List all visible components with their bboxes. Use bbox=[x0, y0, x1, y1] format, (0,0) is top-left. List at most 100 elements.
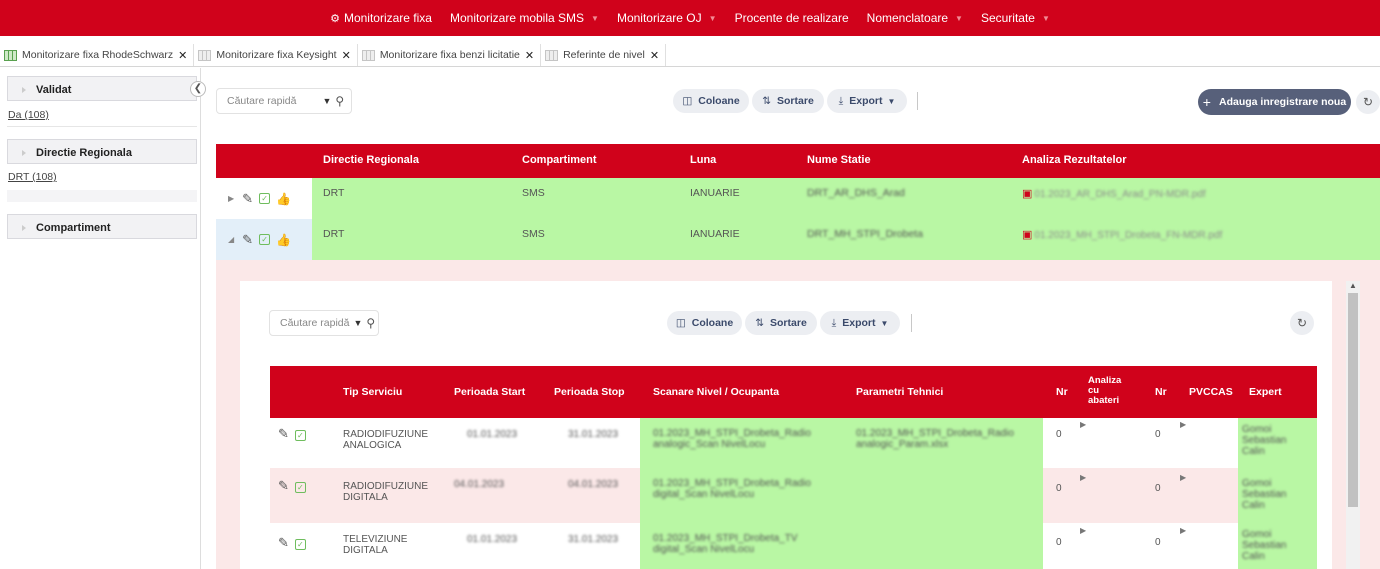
top-navbar: ⚙ Monitorizare fixa Monitorizare mobila S… bbox=[0, 0, 1380, 36]
close-icon[interactable]: ✕ bbox=[525, 49, 534, 62]
tab-referinte-nivel[interactable]: Referinte de nivel ✕ bbox=[541, 44, 667, 66]
cell-scanare[interactable]: 01.2023_MH_STPI_Drobeta_Radio digital_Sc… bbox=[653, 478, 843, 500]
col-parametri-tehnici[interactable]: Parametri Tehnici bbox=[856, 386, 943, 398]
grid-icon bbox=[545, 49, 559, 61]
cell-perioada-stop: 31.01.2023 bbox=[568, 429, 619, 440]
facet-compartiment-header[interactable]: Compartiment bbox=[7, 214, 197, 239]
cell-scanare[interactable]: 01.2023_MH_STPI_Drobeta_TV digital_Scan … bbox=[653, 533, 843, 555]
col-perioada-stop[interactable]: Perioada Stop bbox=[554, 386, 625, 398]
close-icon[interactable]: ✕ bbox=[342, 49, 351, 62]
col-expert[interactable]: Expert bbox=[1249, 386, 1282, 398]
download-icon: ⤓ bbox=[838, 94, 844, 107]
validated-checkbox-icon[interactable]: ✓ bbox=[259, 193, 271, 204]
search-icon[interactable]: ⚲ bbox=[335, 94, 344, 108]
detail-scrollbar[interactable]: ▲ bbox=[1346, 281, 1360, 569]
collapse-arrow-icon[interactable]: ◢ bbox=[228, 235, 234, 244]
cell-nr: 0 bbox=[1056, 537, 1062, 548]
expand-arrow-icon[interactable]: ▶ bbox=[1180, 420, 1186, 429]
col-pvccas[interactable]: PVCCAS bbox=[1189, 386, 1233, 398]
validated-checkbox-icon[interactable]: ✓ bbox=[294, 430, 306, 441]
scroll-up-icon[interactable]: ▲ bbox=[1349, 281, 1357, 290]
expand-arrow-icon[interactable]: ▶ bbox=[228, 194, 234, 203]
pdf-icon: ▣ bbox=[1022, 188, 1033, 200]
edit-icon[interactable]: ✎ bbox=[278, 426, 289, 441]
caret-down-icon: ▼ bbox=[1041, 13, 1050, 23]
thumbs-up-icon[interactable]: 👍 bbox=[276, 233, 291, 247]
col-directie-regionala[interactable]: Directie Regionala bbox=[323, 154, 419, 166]
col-nr[interactable]: Nr bbox=[1155, 386, 1167, 398]
expand-arrow-icon[interactable]: ▶ bbox=[1080, 473, 1086, 482]
tab-keysight[interactable]: Monitorizare fixa Keysight ✕ bbox=[194, 44, 358, 66]
nav-procente-realizare[interactable]: Procente de realizare bbox=[735, 11, 849, 25]
edit-icon[interactable]: ✎ bbox=[278, 535, 289, 550]
cell-scanare[interactable]: 01.2023_MH_STPI_Drobeta_Radio analogic_S… bbox=[653, 428, 843, 450]
thumbs-up-icon[interactable]: 👍 bbox=[276, 192, 291, 206]
refresh-icon[interactable]: ↻ bbox=[1356, 90, 1380, 114]
facet-directie-header[interactable]: Directie Regionala bbox=[7, 139, 197, 164]
facet-directie-value[interactable]: DRT (108) bbox=[8, 171, 57, 183]
collapse-sidebar-icon[interactable]: ❮ bbox=[190, 81, 206, 97]
columns-button[interactable]: ◫ Coloane bbox=[673, 89, 749, 113]
close-icon[interactable]: ✕ bbox=[650, 49, 659, 62]
edit-icon[interactable]: ✎ bbox=[242, 232, 253, 248]
table-row[interactable]: ✎ ✓ RADIODIFUZIUNE DIGITALA 04.01.2023 04… bbox=[270, 468, 1317, 523]
expand-arrow-icon[interactable]: ▶ bbox=[1180, 473, 1186, 482]
tab-rhodeschwarz[interactable]: Monitorizare fixa RhodeSchwarz ✕ bbox=[0, 44, 195, 66]
cell-nume-statie: DRT_AR_DHS_Arad bbox=[807, 187, 905, 199]
row-controls: ▶ ✎ ✓ 👍 bbox=[216, 178, 312, 219]
detail-sort-button[interactable]: ⇅ Sortare bbox=[745, 311, 817, 335]
sort-icon: ⇅ bbox=[762, 95, 772, 107]
col-compartiment[interactable]: Compartiment bbox=[522, 154, 597, 166]
nav-monitorizare-mobila-sms[interactable]: Monitorizare mobila SMS ▼ bbox=[450, 11, 599, 25]
col-scanare-nivel[interactable]: Scanare Nivel / Ocupanta bbox=[653, 386, 779, 398]
quick-search-input[interactable]: Căutare rapidă ▼ ⚲ bbox=[216, 88, 352, 114]
nav-monitorizare-fixa[interactable]: ⚙ Monitorizare fixa bbox=[330, 11, 432, 25]
expand-arrow-icon[interactable]: ▶ bbox=[1180, 526, 1186, 535]
edit-icon[interactable]: ✎ bbox=[242, 191, 253, 207]
detail-quick-search-input[interactable]: Căutare rapidă ▼ ⚲ bbox=[269, 310, 379, 336]
validated-checkbox-icon[interactable]: ✓ bbox=[294, 482, 306, 493]
pdf-icon: ▣ bbox=[1022, 229, 1033, 241]
col-nr[interactable]: Nr bbox=[1056, 386, 1068, 398]
table-row[interactable]: ✎ ✓ RADIODIFUZIUNE ANALOGICA 01.01.2023 3… bbox=[270, 418, 1317, 468]
validated-checkbox-icon[interactable]: ✓ bbox=[294, 539, 306, 550]
cell-analiza[interactable]: ▣ 01.2023_MH_STPI_Drobeta_FN-MDR.pdf bbox=[1022, 228, 1222, 241]
cell-parametri[interactable]: 01.2023_MH_STPI_Drobeta_Radio analogic_P… bbox=[856, 428, 1036, 450]
nav-nomenclatoare[interactable]: Nomenclatoare ▼ bbox=[867, 11, 963, 25]
detail-refresh-icon[interactable]: ↻ bbox=[1290, 311, 1314, 335]
search-icon[interactable]: ⚲ bbox=[366, 316, 375, 330]
cell-compartiment: SMS bbox=[522, 187, 545, 199]
col-perioada-start[interactable]: Perioada Start bbox=[454, 386, 525, 398]
detail-export-button[interactable]: ⤓ Export ▼ bbox=[820, 311, 900, 335]
col-analiza-abateri[interactable]: Analiza cu abateri bbox=[1088, 376, 1124, 406]
scrollbar-thumb[interactable] bbox=[1348, 293, 1358, 507]
cell-analiza[interactable]: ▣ 01.2023_AR_DHS_Arad_PN-MDR.pdf bbox=[1022, 187, 1206, 200]
edit-icon[interactable]: ✎ bbox=[278, 478, 289, 493]
col-nume-statie[interactable]: Nume Statie bbox=[807, 154, 871, 166]
table-row[interactable]: ◢ ✎ ✓ 👍 DRT SMS IANUARIE DRT_MH_STPI_Drobet… bbox=[216, 219, 1380, 260]
export-button[interactable]: ⤓ Export ▼ bbox=[827, 89, 907, 113]
cell-perioada-start: 01.01.2023 bbox=[467, 429, 518, 440]
add-record-button[interactable]: + Adauga inregistrare noua bbox=[1198, 89, 1351, 115]
table-row[interactable]: ▶ ✎ ✓ 👍 DRT SMS IANUARIE DRT_AR_DHS_Arad ▣ 0… bbox=[216, 178, 1380, 219]
detail-columns-button[interactable]: ◫ Coloane bbox=[667, 311, 742, 335]
facet-validat-value[interactable]: Da (108) bbox=[8, 109, 49, 121]
close-icon[interactable]: ✕ bbox=[178, 49, 187, 62]
table-row[interactable]: ✎ ✓ TELEVIZIUNE DIGITALA 01.01.2023 31.01… bbox=[270, 523, 1317, 569]
validated-checkbox-icon[interactable]: ✓ bbox=[259, 234, 271, 245]
col-analiza-rezultatelor[interactable]: Analiza Rezultatelor bbox=[1022, 154, 1127, 166]
caret-down-icon: ▼ bbox=[708, 13, 717, 23]
cell-perioada-stop: 04.01.2023 bbox=[568, 479, 619, 490]
sort-button[interactable]: ⇅ Sortare bbox=[752, 89, 824, 113]
tab-benzi-licitatie[interactable]: Monitorizare fixa benzi licitatie ✕ bbox=[358, 44, 542, 66]
caret-down-icon[interactable]: ▼ bbox=[353, 318, 362, 328]
cell-expert: Gomoi Sebastian Calin bbox=[1242, 529, 1287, 562]
expand-arrow-icon[interactable]: ▶ bbox=[1080, 420, 1086, 429]
col-luna[interactable]: Luna bbox=[690, 154, 716, 166]
nav-securitate[interactable]: Securitate ▼ bbox=[981, 11, 1050, 25]
col-tip-serviciu[interactable]: Tip Serviciu bbox=[343, 386, 402, 398]
caret-down-icon[interactable]: ▼ bbox=[322, 96, 331, 106]
nav-monitorizare-oj[interactable]: Monitorizare OJ ▼ bbox=[617, 11, 717, 25]
facet-validat-header[interactable]: Validat bbox=[7, 76, 197, 101]
expand-arrow-icon[interactable]: ▶ bbox=[1080, 526, 1086, 535]
